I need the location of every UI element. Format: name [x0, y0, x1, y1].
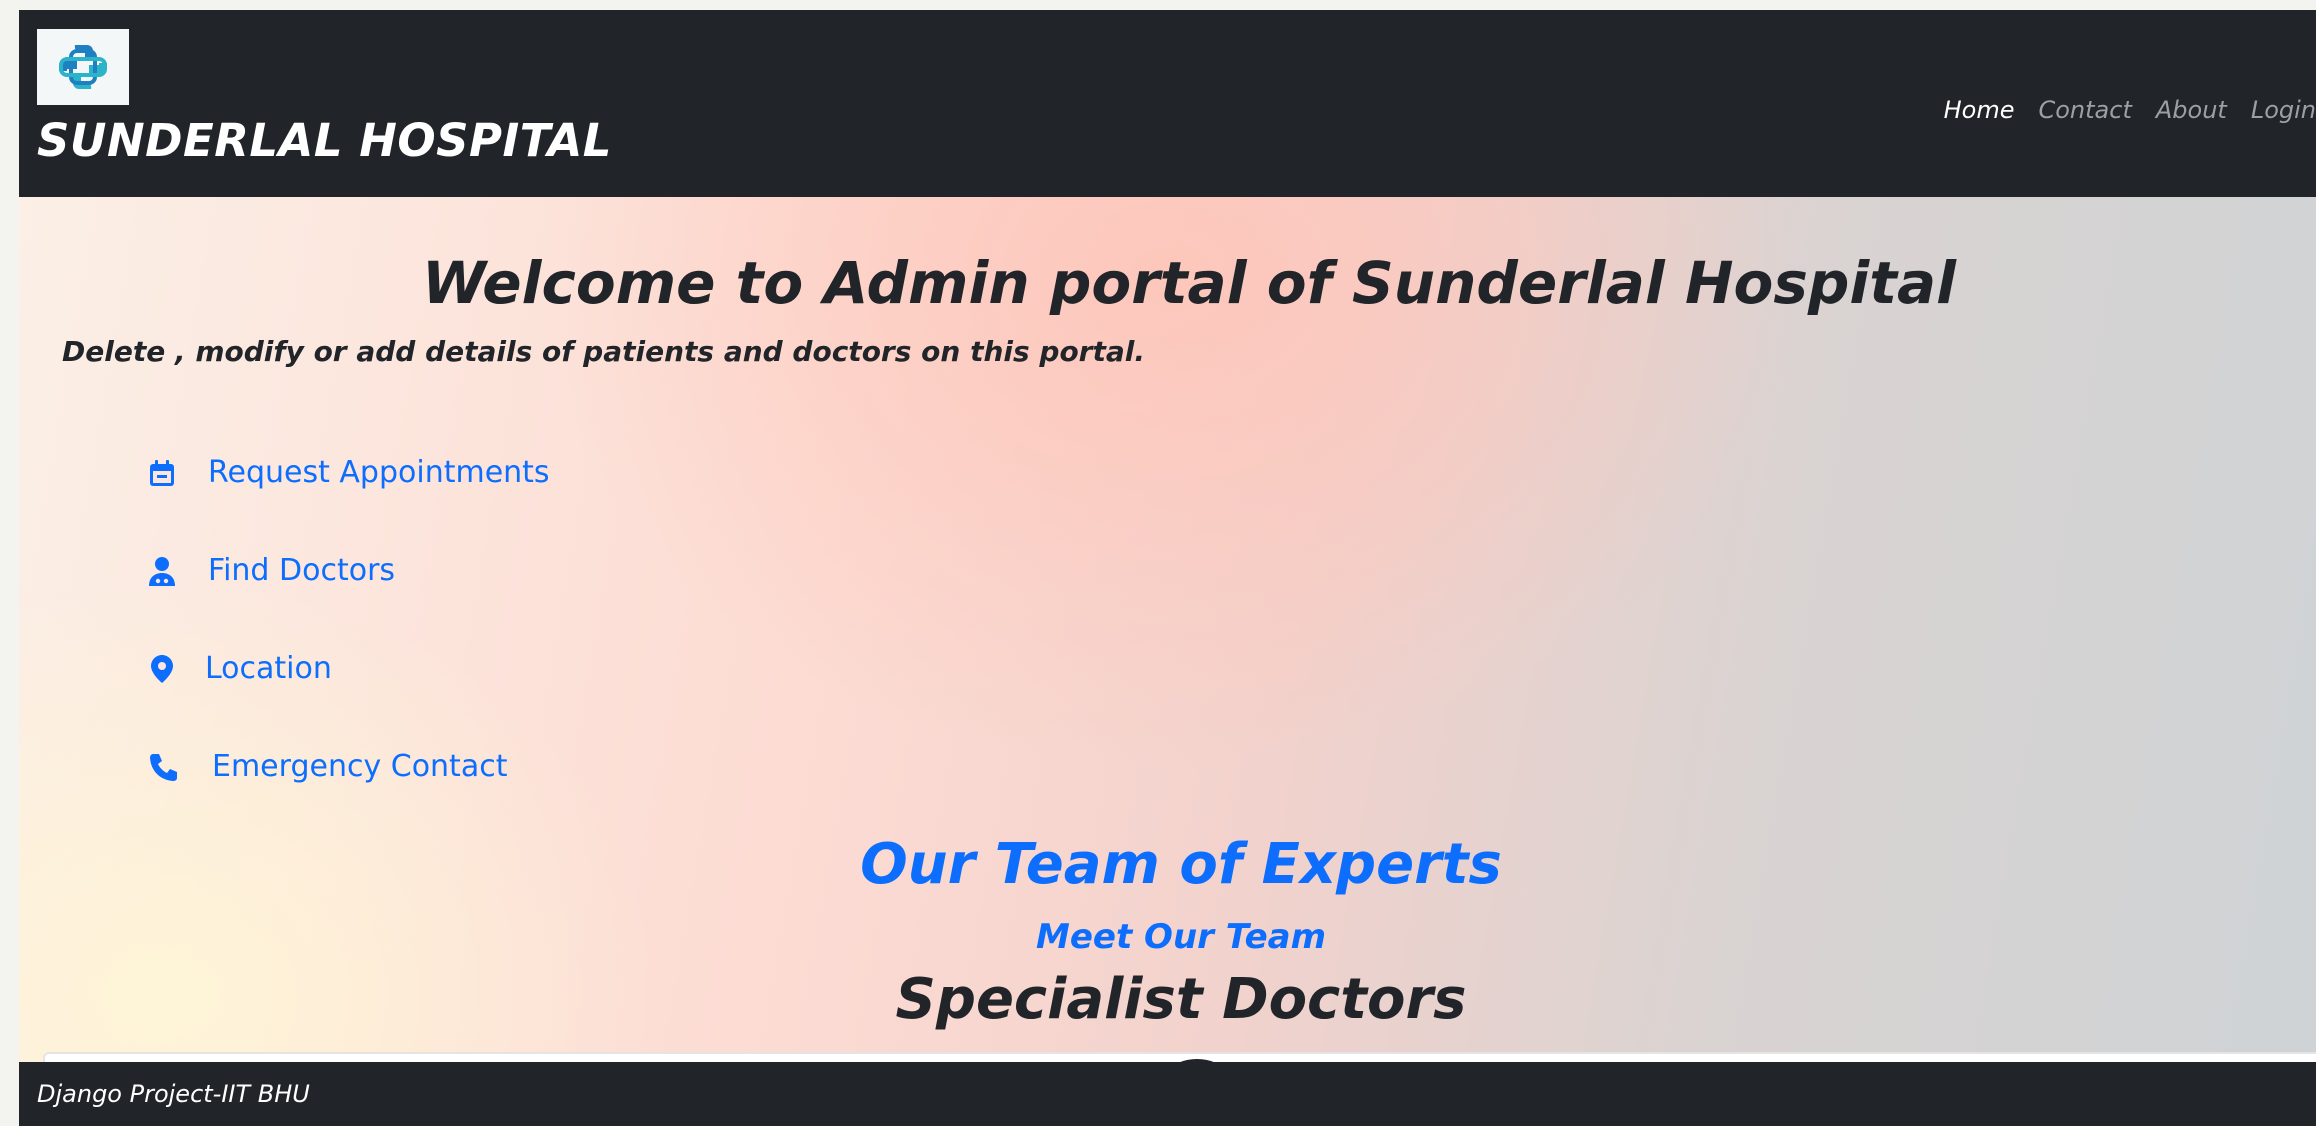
brand-title: SUNDERLAL HOSPITAL	[37, 114, 612, 167]
main-content: Welcome to Admin portal of Sunderlal Hos…	[19, 197, 2316, 1126]
location-label: Location	[205, 651, 332, 686]
page-frame: SUNDERLAL HOSPITAL Home Contact About Lo…	[19, 10, 2316, 1126]
nav-link-about[interactable]: About	[2156, 96, 2227, 124]
nav-menu: Home Contact About Login	[1944, 96, 2316, 124]
find-doctors-link[interactable]: Find Doctors	[146, 553, 395, 588]
team-title: Our Team of Experts	[860, 832, 1502, 897]
footer: Django Project-IIT BHU	[19, 1062, 2316, 1126]
location-link[interactable]: Location	[146, 651, 332, 686]
nav-link-home[interactable]: Home	[1944, 96, 2015, 124]
hospital-logo[interactable]	[37, 29, 129, 105]
request-appointments-label: Request Appointments	[208, 455, 550, 490]
calendar-icon	[150, 459, 174, 486]
team-subtitle: Meet Our Team	[1036, 917, 1326, 957]
doctor-icon	[149, 556, 175, 586]
welcome-heading: Welcome to Admin portal of Sunderlal Hos…	[422, 249, 1956, 317]
top-navbar: SUNDERLAL HOSPITAL Home Contact About Lo…	[19, 10, 2316, 197]
medical-cross-logo-icon	[59, 45, 107, 89]
phone-icon	[150, 753, 177, 781]
request-appointments-link[interactable]: Request Appointments	[146, 455, 550, 490]
location-pin-icon	[151, 654, 173, 683]
emergency-contact-label: Emergency Contact	[212, 749, 508, 784]
footer-text: Django Project-IIT BHU	[37, 1080, 310, 1108]
specialist-doctors-heading: Specialist Doctors	[895, 967, 1467, 1032]
emergency-contact-link[interactable]: Emergency Contact	[146, 749, 507, 784]
nav-link-login[interactable]: Login	[2251, 96, 2316, 124]
find-doctors-label: Find Doctors	[208, 553, 396, 588]
portal-subtitle: Delete , modify or add details of patien…	[62, 335, 1146, 368]
nav-link-contact[interactable]: Contact	[2038, 96, 2131, 124]
